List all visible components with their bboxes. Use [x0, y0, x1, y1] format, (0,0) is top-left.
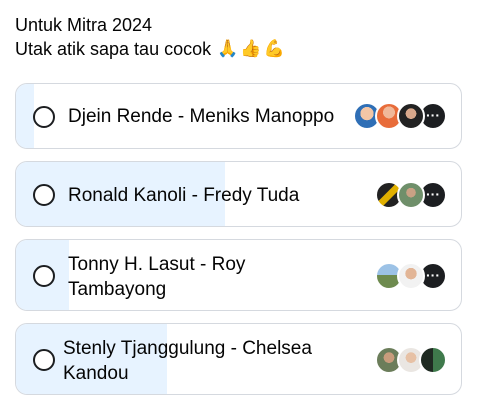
poll-option-label: Ronald Kanoli - Fredy Tuda	[68, 185, 300, 206]
thumbs-up-icon: 👍	[240, 39, 262, 58]
praying-hands-icon: 🙏	[217, 39, 239, 58]
radio-icon[interactable]	[33, 184, 55, 206]
post-subtitle: Utak atik sapa tau cocok	[15, 39, 212, 59]
radio-icon[interactable]	[33, 349, 55, 371]
poll-option-label: Stenly Tjanggulung - Chelsea Kandou	[63, 336, 312, 386]
poll-option-label: Tonny H. Lasut - Roy Tambayong	[68, 252, 245, 302]
emoji-group: 🙏 👍 💪	[217, 39, 285, 59]
poll-option-label-line: Kandou	[63, 363, 129, 384]
post-header: Untuk Mitra 2024 Utak atik sapa tau coco…	[15, 13, 285, 61]
poll-option-label: Djein Rende - Meniks Manoppo	[68, 106, 335, 127]
post-subtitle-row: Utak atik sapa tau cocok 🙏 👍 💪	[15, 37, 285, 61]
poll-option-label-line: Stenly Tjanggulung - Chelsea	[63, 338, 312, 359]
radio-icon[interactable]	[33, 265, 55, 287]
avatar-icon	[397, 102, 425, 130]
poll-option-label-line: Tambayong	[68, 279, 167, 300]
radio-icon[interactable]	[33, 106, 55, 128]
voter-avatars[interactable]: ···	[353, 102, 447, 130]
avatar-icon	[419, 346, 447, 374]
poll-option-label-line: Tonny H. Lasut - Roy	[68, 254, 246, 275]
avatar-icon	[397, 262, 425, 290]
voter-avatars[interactable]: ···	[375, 262, 447, 290]
poll-option-4[interactable]: Stenly Tjanggulung - Chelsea Kandou	[15, 323, 462, 395]
voter-avatars[interactable]	[375, 346, 447, 374]
post-title: Untuk Mitra 2024	[15, 15, 153, 35]
vote-bar	[16, 84, 34, 148]
voter-avatars[interactable]: ···	[375, 181, 447, 209]
poll-option-3[interactable]: Tonny H. Lasut - Roy Tambayong ···	[15, 239, 462, 311]
flexed-biceps-icon: 💪	[263, 39, 285, 58]
avatar-icon	[397, 181, 425, 209]
poll-option-1[interactable]: Djein Rende - Meniks Manoppo ···	[15, 83, 462, 149]
poll-option-2[interactable]: Ronald Kanoli - Fredy Tuda ···	[15, 161, 462, 227]
